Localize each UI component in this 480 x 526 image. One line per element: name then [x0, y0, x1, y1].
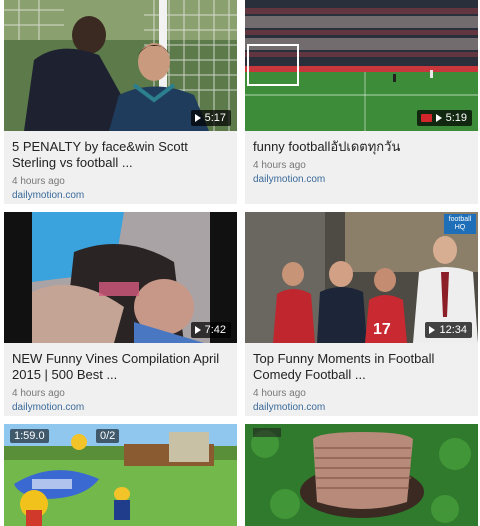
svg-text:17: 17 [373, 321, 391, 338]
video-card[interactable]: 5:19 funny footballอัปเดตทุกวัน 4 hours … [245, 0, 478, 204]
video-source[interactable]: dailymotion.com [253, 402, 470, 413]
duration-text: 5:19 [445, 112, 467, 124]
duration-text: 7:42 [204, 324, 226, 336]
video-source[interactable]: dailymotion.com [12, 190, 229, 201]
video-title[interactable]: 5 PENALTY by face&win Scott Sterling vs … [12, 139, 229, 171]
video-card[interactable]: 1:59.0 0/2 [4, 424, 237, 526]
video-card[interactable]: 17 football HQ 12:34 Top Funny Moments i… [245, 212, 478, 416]
play-icon [429, 326, 436, 334]
video-title[interactable]: funny footballอัปเดตทุกวัน [253, 139, 470, 155]
video-source[interactable]: dailymotion.com [12, 402, 229, 413]
video-thumbnail[interactable]: 7:42 [4, 212, 237, 343]
duration-badge: 12:34 [425, 322, 472, 338]
play-icon [435, 114, 442, 122]
video-title[interactable]: NEW Funny Vines Compilation April 2015 |… [12, 351, 229, 383]
video-source[interactable]: dailymotion.com [253, 174, 470, 185]
thumbnail-image [245, 424, 478, 526]
video-thumbnail[interactable]: 5:17 [4, 0, 237, 131]
game-counter: 0/2 [96, 429, 120, 443]
video-card[interactable] [245, 424, 478, 526]
video-grid: 5:17 5 PENALTY by face&win Scott Sterlin… [0, 0, 480, 526]
play-icon [194, 114, 201, 122]
play-icon [194, 326, 201, 334]
duration-badge: 7:42 [190, 322, 231, 338]
video-time: 4 hours ago [253, 388, 306, 399]
video-thumbnail[interactable] [245, 424, 478, 526]
video-time: 4 hours ago [12, 176, 65, 187]
video-title[interactable]: Top Funny Moments in Football Comedy Foo… [253, 351, 470, 383]
video-thumbnail[interactable]: 17 football HQ 12:34 [245, 212, 478, 343]
football-hq-logo: football HQ [444, 214, 476, 234]
video-card[interactable]: 7:42 NEW Funny Vines Compilation April 2… [4, 212, 237, 416]
duration-text: 12:34 [439, 324, 467, 336]
duration-badge: 5:17 [190, 110, 231, 126]
record-icon [420, 114, 432, 122]
video-time: 4 hours ago [12, 388, 65, 399]
video-thumbnail[interactable]: 1:59.0 0/2 [4, 424, 237, 526]
video-thumbnail[interactable]: 5:19 [245, 0, 478, 131]
duration-text: 5:17 [204, 112, 226, 124]
video-time: 4 hours ago [253, 160, 306, 171]
video-card[interactable]: 5:17 5 PENALTY by face&win Scott Sterlin… [4, 0, 237, 204]
game-timer: 1:59.0 [10, 429, 49, 443]
duration-badge: 5:19 [416, 110, 472, 126]
